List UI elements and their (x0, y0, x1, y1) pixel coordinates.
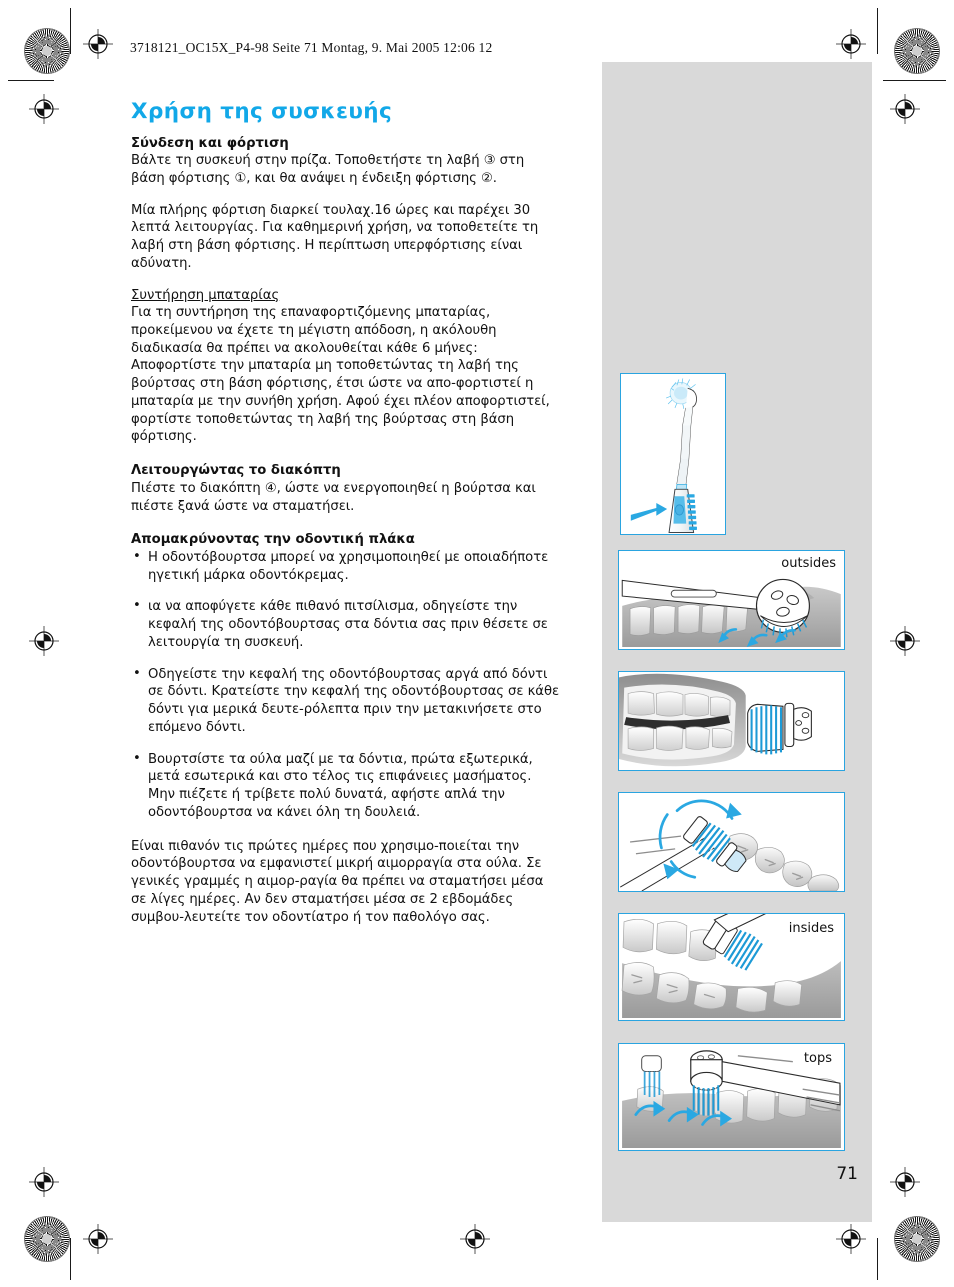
registration-target-right-lower (890, 1167, 920, 1197)
illustration-brushing-tops: tops (618, 1043, 845, 1151)
crop-mark-right-horizontal (883, 80, 946, 81)
illustration-label-outsides: outsides (781, 556, 836, 571)
registration-target-left-lower (29, 1167, 59, 1197)
brush-head-closed-teeth-drawing (619, 673, 812, 767)
illustration-brushing-insides: insides (618, 913, 845, 1021)
section-charging: Σύνδεση και φόρτιση Βάλτε τη συσκευή στη… (131, 135, 561, 273)
registration-starburst-top-right (894, 28, 940, 74)
illustration-handle-power-button (620, 373, 726, 535)
illustration-brushing-outsides: outsides (618, 550, 845, 650)
page-title: Χρήση της συσκευής (131, 99, 393, 124)
section-battery-paragraph: Για τη συντήρηση της επαναφορτιζόμενης μ… (131, 305, 550, 445)
crop-mark-bottom-right-vertical (877, 1238, 878, 1280)
registration-starburst-top-left (24, 28, 70, 74)
crop-mark-left-horizontal (8, 80, 54, 81)
section-switch-heading: Λειτουργώντας το διακόπτη (131, 463, 341, 479)
closing-paragraph: Είναι πιθανόν τις πρώτες ημέρες που χρησ… (131, 838, 544, 925)
list-item: Βουρτσίστε τα ούλα μαζί με τα δόντια, πρ… (131, 750, 561, 822)
registration-starburst-bottom-left (24, 1216, 70, 1262)
illustration-label-tops: tops (803, 1051, 832, 1066)
document-header-line: 3718121_OC15X_P4-98 Seite 71 Montag, 9. … (130, 40, 493, 55)
section-switch: Λειτουργώντας το διακόπτη Πιέστε το διακ… (131, 462, 561, 515)
section-plaque-heading: Απομακρύνοντας την οδοντική πλάκα (131, 532, 415, 548)
section-charging-paragraph-1: Βάλτε τη συσκευή στην πρίζα. Τοποθετήστε… (131, 153, 525, 186)
illustration-label-insides: insides (788, 921, 834, 936)
brush-head-rotation-drawing (620, 799, 840, 891)
section-battery-heading: Συντήρηση μπαταρίας (131, 287, 280, 303)
registration-target-right-middle (890, 626, 920, 656)
section-battery: Συντήρηση μπαταρίας Για τη συντήρηση της… (131, 287, 561, 447)
list-item: Η οδοντόβουρτσα μπορεί να χρησιμοποιηθεί… (131, 548, 561, 585)
page-number: 71 (836, 1164, 858, 1184)
registration-target-bottom-center (460, 1224, 490, 1254)
main-text-column: Χρήση της συσκευής Σύνδεση και φόρτιση Β… (131, 100, 561, 926)
crop-mark-top-right-vertical (877, 8, 878, 54)
handle-power-button-drawing (630, 378, 697, 533)
list-item: Οδηγείστε την κεφαλή της οδοντόβουρτσας … (131, 665, 561, 737)
illustration-brush-head-rotation (618, 792, 845, 892)
section-charging-paragraph-2: Μία πλήρης φόρτιση διαρκεί τουλαχ.16 ώρε… (131, 202, 539, 271)
registration-target-right-upper (890, 94, 920, 124)
crop-mark-top-left-vertical (70, 8, 71, 54)
registration-target-left-upper (29, 94, 59, 124)
registration-target-left-middle (29, 626, 59, 656)
registration-starburst-bottom-right (894, 1216, 940, 1262)
section-plaque-bullet-list: Η οδοντόβουρτσα μπορεί να χρησιμοποιηθεί… (131, 548, 561, 822)
registration-target-top-left (83, 29, 113, 59)
list-item: ια να αποφύγετε κάθε πιθανό πιτσίλισμα, … (131, 597, 561, 651)
section-charging-heading: Σύνδεση και φόρτιση (131, 135, 289, 151)
arrow-icon (630, 503, 668, 521)
section-switch-paragraph: Πιέστε το διακόπτη ④, ώστε να ενεργοποιη… (131, 480, 536, 514)
registration-target-bottom-right (836, 1224, 866, 1254)
crop-mark-bottom-left-vertical (70, 1238, 71, 1280)
illustration-brush-head-closed-teeth (618, 671, 845, 771)
registration-target-bottom-left (83, 1224, 113, 1254)
registration-target-top-right (836, 29, 866, 59)
section-plaque: Απομακρύνοντας την οδοντική πλάκα Η οδον… (131, 531, 561, 821)
